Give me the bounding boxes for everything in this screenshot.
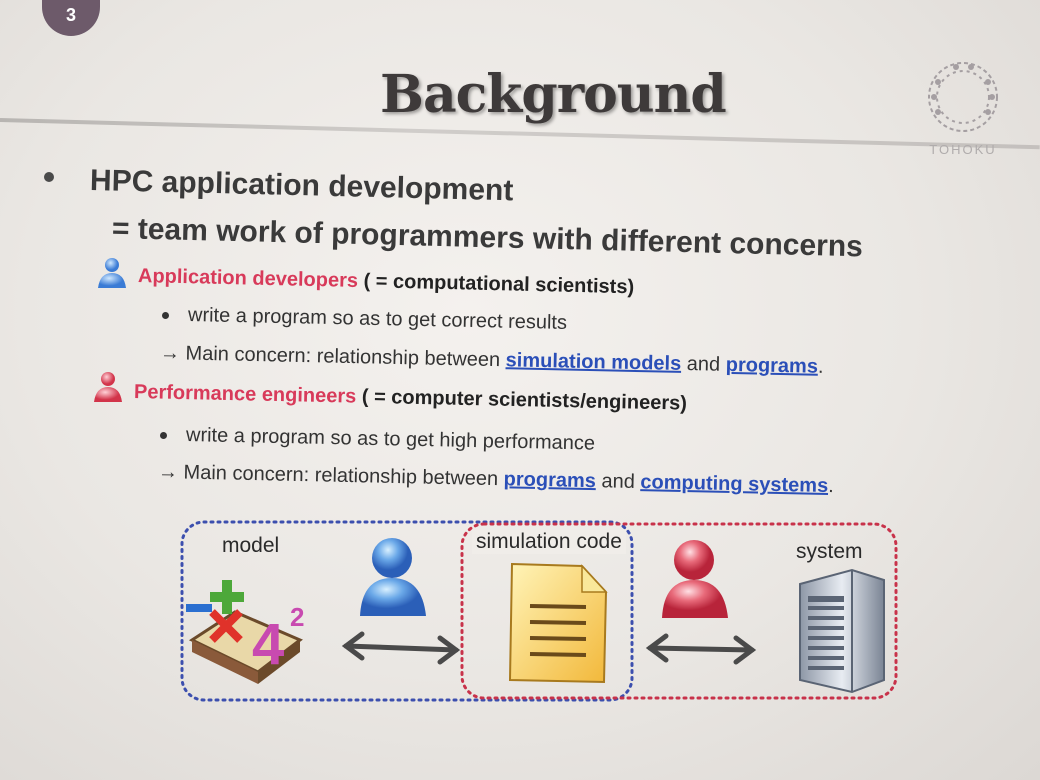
person-red-icon [662, 540, 728, 618]
document-icon [508, 562, 608, 684]
math-book-icon: 4 2 [186, 580, 304, 684]
diagram-label-simulation-code: simulation code [472, 530, 626, 554]
server-icon [799, 568, 885, 694]
diagram-label-model: model [222, 534, 280, 557]
person-blue-icon [360, 538, 426, 616]
double-arrow-icon [645, 633, 757, 665]
slide: 3 Background TOHOKU HPC application deve… [0, 0, 1040, 780]
workflow-diagram: 4 2 [180, 520, 898, 702]
svg-text:2: 2 [290, 602, 304, 632]
double-arrow-icon [341, 631, 461, 665]
svg-text:4: 4 [252, 612, 284, 677]
diagram-label-system: system [796, 540, 863, 563]
